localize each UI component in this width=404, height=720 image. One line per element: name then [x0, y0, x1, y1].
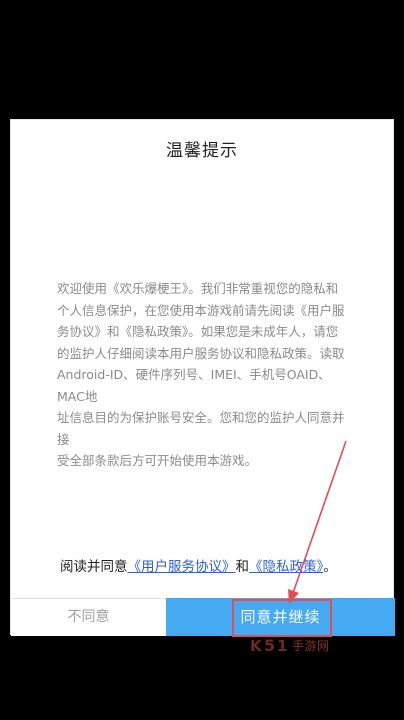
privacy-policy-link[interactable]: 《隐私政策》 — [249, 559, 323, 575]
dialog-body-text: 欢迎使用《欢乐爆梗王》。我们非常重视您的隐私和 个人信息保护，在您使用本游戏前请… — [57, 281, 345, 468]
svg-text:K: K — [250, 637, 263, 655]
watermark-text: 手游网 — [292, 639, 330, 653]
consent-prefix: 阅读并同意 — [60, 559, 128, 575]
consent-middle: 和 — [235, 559, 250, 575]
disagree-button[interactable]: 不同意 — [11, 598, 166, 636]
svg-text:1: 1 — [277, 637, 287, 655]
privacy-dialog: 温馨提示 欢迎使用《欢乐爆梗王》。我们非常重视您的隐私和 个人信息保护，在您使用… — [10, 119, 395, 636]
consent-line: 阅读并同意《用户服务协议》和《隐私政策》。 — [60, 557, 360, 577]
screen: 温馨提示 欢迎使用《欢乐爆梗王》。我们非常重视您的隐私和 个人信息保护，在您使用… — [0, 0, 404, 720]
user-agreement-link[interactable]: 《用户服务协议》 — [128, 559, 236, 575]
agree-continue-button[interactable]: 同意并继续 — [166, 598, 395, 636]
dialog-title: 温馨提示 — [166, 141, 238, 161]
consent-suffix: 。 — [323, 559, 337, 575]
svg-text:5: 5 — [264, 636, 275, 655]
dialog-button-row: 不同意 同意并继续 — [11, 598, 395, 636]
